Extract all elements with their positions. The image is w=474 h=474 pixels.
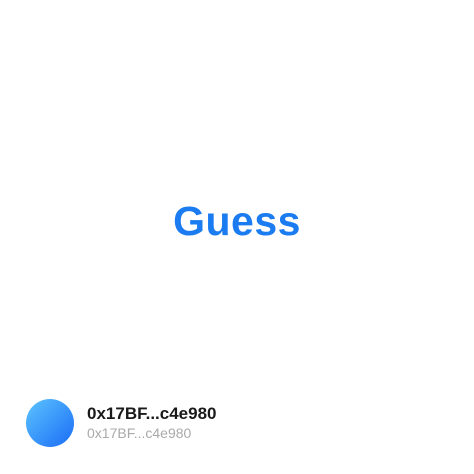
account-text: 0x17BF...c4e980 0x17BF...c4e980 (87, 403, 217, 443)
account-address-secondary: 0x17BF...c4e980 (87, 425, 192, 441)
account-info[interactable]: 0x17BF...c4e980 0x17BF...c4e980 (26, 399, 217, 447)
avatar (26, 399, 74, 447)
account-address-primary: 0x17BF...c4e980 (87, 404, 217, 423)
page: Guess 0x17BF...c4e980 0x17BF...c4e980 (0, 0, 474, 474)
guess-title[interactable]: Guess (0, 193, 474, 249)
